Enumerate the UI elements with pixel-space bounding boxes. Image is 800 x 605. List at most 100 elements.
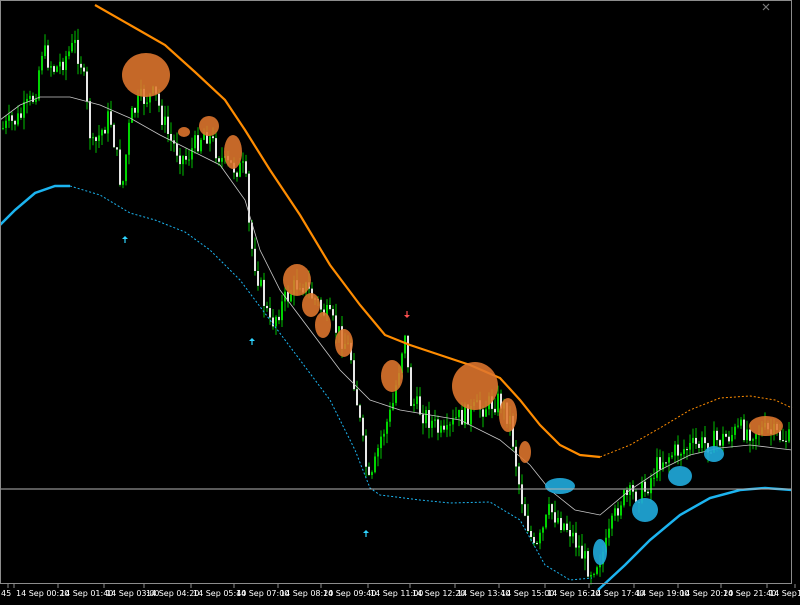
candle	[329, 297, 331, 311]
candle	[629, 482, 631, 507]
price-chart[interactable]: 45 14 Sep 00:2014 Sep 01:4014 Sep 03:0014…	[0, 0, 800, 605]
candle	[743, 414, 745, 443]
candle	[23, 90, 25, 130]
buy-arrow-icon	[363, 530, 369, 537]
candle	[434, 409, 436, 428]
candle	[59, 53, 61, 75]
candle	[71, 34, 73, 53]
candle	[752, 437, 754, 450]
sell-signal-bubble	[178, 127, 190, 137]
candle	[536, 540, 538, 546]
sell-signal-bubble	[199, 116, 219, 136]
candle	[248, 170, 250, 232]
close-icon[interactable]	[762, 3, 770, 11]
candle	[242, 152, 244, 173]
candle	[671, 452, 673, 460]
candle	[623, 488, 625, 508]
candle	[554, 500, 556, 528]
candle	[524, 497, 526, 517]
candle	[176, 132, 178, 163]
candle	[596, 565, 598, 576]
sell-signal-bubble	[224, 135, 242, 169]
candle	[674, 441, 676, 464]
sell-signal-bubble	[335, 329, 353, 357]
candle	[50, 61, 52, 77]
candle	[62, 57, 64, 76]
lower-band-dotted-line	[69, 185, 593, 581]
candle	[125, 153, 127, 186]
candle	[737, 418, 739, 429]
lower-band-line	[0, 184, 70, 226]
candle	[410, 363, 412, 407]
candle	[581, 533, 583, 559]
buy-signal-bubble	[704, 446, 724, 462]
candle	[551, 503, 553, 520]
candle	[686, 446, 688, 460]
candle	[425, 406, 427, 428]
candle	[134, 106, 136, 118]
candle	[368, 462, 370, 476]
candle	[32, 92, 34, 104]
signal-bubbles-layer	[122, 53, 783, 565]
candle	[494, 398, 496, 416]
candle	[722, 426, 724, 453]
time-axis-label: 45	[1, 589, 11, 598]
candle	[185, 148, 187, 165]
candle	[275, 315, 277, 335]
candle	[422, 404, 424, 435]
candle	[116, 147, 118, 156]
candle	[215, 130, 217, 163]
time-axis-label: 14 Sep 09:40	[323, 589, 376, 598]
candle	[119, 139, 121, 187]
candle	[332, 305, 334, 321]
candle	[95, 136, 97, 153]
candle	[725, 430, 727, 438]
candle	[245, 154, 247, 177]
candle	[20, 107, 22, 120]
candle	[746, 420, 748, 444]
time-axis: 45 14 Sep 00:2014 Sep 01:4014 Sep 03:0014…	[1, 584, 800, 598]
candle	[413, 398, 415, 413]
candle	[416, 386, 418, 410]
candle	[698, 440, 700, 454]
candle	[236, 171, 238, 182]
buy-signal-bubble	[593, 539, 607, 565]
candle	[92, 132, 94, 146]
sell-signal-bubble	[499, 398, 517, 432]
candle	[404, 334, 406, 359]
candle	[188, 150, 190, 166]
candle	[278, 309, 280, 325]
candle	[563, 522, 565, 532]
candle	[380, 430, 382, 459]
candle	[578, 535, 580, 557]
candle	[539, 529, 541, 550]
buy-signal-bubble	[545, 478, 575, 494]
chart-window[interactable]: 45 14 Sep 00:20 14 Sep 01:40 14 Sep 03:00 14…	[0, 0, 800, 605]
candle	[557, 510, 559, 525]
candle	[782, 428, 784, 442]
candle	[122, 180, 124, 189]
candles-layer	[2, 28, 790, 585]
sell-arrow-icon	[404, 311, 410, 318]
candle	[587, 547, 589, 578]
candle	[101, 128, 103, 145]
candle	[191, 137, 193, 169]
candle	[668, 453, 670, 473]
candle	[455, 407, 457, 420]
candle	[56, 65, 58, 73]
candle	[704, 425, 706, 452]
candle	[65, 50, 67, 81]
candle	[29, 90, 31, 106]
candle	[614, 504, 616, 521]
candle	[521, 474, 523, 514]
candle	[677, 435, 679, 465]
candle	[182, 155, 184, 176]
candle	[542, 526, 544, 541]
candle	[128, 119, 130, 165]
candle	[89, 98, 91, 150]
candle	[254, 237, 256, 276]
candle	[389, 402, 391, 427]
candle	[266, 301, 268, 312]
candle	[356, 380, 358, 406]
candle	[386, 418, 388, 444]
